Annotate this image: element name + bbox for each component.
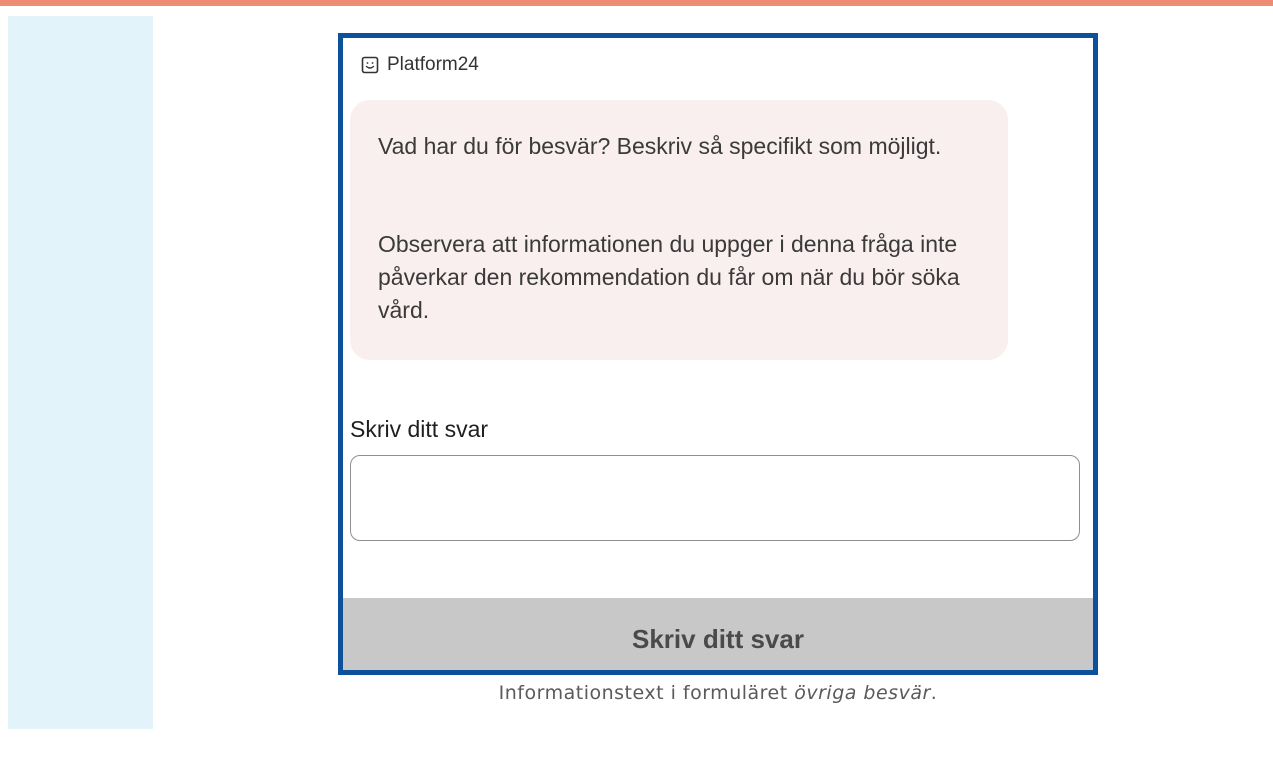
caption-emphasis: övriga besvär xyxy=(794,682,931,704)
caption-suffix: . xyxy=(930,682,938,704)
message-bubble: Vad har du för besvär? Beskriv så specif… xyxy=(350,100,1008,360)
submit-answer-button[interactable]: Skriv ditt svar xyxy=(343,598,1093,670)
message-paragraph-1: Vad har du för besvär? Beskriv så specif… xyxy=(378,133,942,159)
answer-field-label: Skriv ditt svar xyxy=(350,416,489,442)
answer-input[interactable] xyxy=(350,455,1080,541)
chat-smile-icon xyxy=(361,56,379,74)
chat-screenshot-frame: Platform24 Vad har du för besvär? Beskri… xyxy=(338,33,1098,675)
figure-caption: Informationstext i formuläret övriga bes… xyxy=(338,682,1098,704)
brand-header: Platform24 xyxy=(361,54,479,76)
top-accent-bar xyxy=(0,0,1273,6)
brand-name: Platform24 xyxy=(387,54,479,75)
message-paragraph-2: Observera att informationen du uppger i … xyxy=(378,231,960,323)
caption-text: Informationstext i formuläret xyxy=(498,682,795,704)
left-side-panel xyxy=(8,16,153,729)
